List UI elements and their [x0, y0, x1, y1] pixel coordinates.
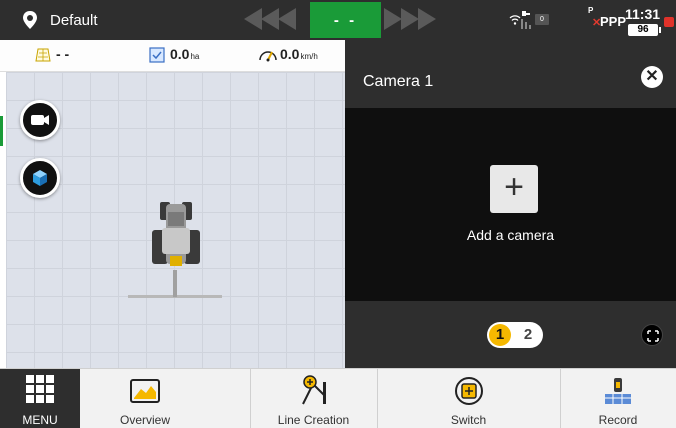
battery-level: 96 [628, 24, 661, 36]
info-bar: - - 0.0 ha 0.0 km/h [0, 40, 345, 72]
field-value: - - [56, 46, 70, 62]
nav-overview[interactable]: Overview [80, 369, 210, 428]
overview-icon [130, 379, 160, 403]
field-icon [34, 46, 52, 64]
video-camera-icon [31, 115, 49, 125]
left-edge-marker [0, 116, 3, 146]
nav-switch-label: Switch [450, 413, 487, 427]
map-view[interactable] [6, 72, 345, 368]
speed-info: 0.0 km/h [258, 46, 318, 64]
add-camera-button[interactable]: + [490, 165, 538, 213]
chevron-right-icon [401, 8, 419, 30]
speed-unit: km/h [300, 52, 318, 61]
switch-icon [454, 377, 483, 405]
correction-prefix: P [588, 6, 594, 15]
clock: 11:31 [625, 6, 661, 22]
speedometer-icon [258, 46, 277, 64]
satellite-status[interactable]: 0 [520, 10, 560, 30]
location-pin-icon [20, 10, 40, 30]
add-camera-label: Add a camera [466, 227, 555, 243]
tractor-icon [128, 202, 222, 298]
3d-view-button[interactable] [20, 158, 60, 198]
area-info: 0.0 ha [148, 46, 199, 64]
profile-name: Default [50, 11, 98, 29]
nav-line-creation-label: Line Creation [277, 413, 350, 427]
menu-button[interactable]: MENU [0, 369, 80, 428]
area-unit: ha [190, 52, 200, 61]
record-icon [605, 378, 631, 404]
camera-toggle-button[interactable] [20, 100, 60, 140]
nav-line-creation[interactable]: Line Creation [250, 369, 377, 428]
chevron-left-icon [278, 8, 296, 30]
nav-record-label: Record [598, 413, 638, 427]
field-info: - - [34, 46, 69, 64]
area-icon [148, 46, 166, 64]
camera-pager: 1 2 [487, 322, 543, 348]
steer-right-indicator [384, 8, 436, 30]
camera-footer: 1 2 [345, 301, 676, 368]
correction-label: PPP [600, 14, 627, 29]
nav-record[interactable]: Record [560, 369, 676, 428]
nav-overview-label: Overview [119, 413, 170, 427]
expand-icon [647, 330, 659, 342]
chevron-right-icon [384, 8, 402, 30]
camera-panel: Camera 1 ✕ + Add a camera 1 2 [345, 40, 676, 368]
camera-header: Camera 1 ✕ [345, 40, 676, 108]
top-bar: Default - - 0 P ✕ PPP 11:31 96 [0, 0, 676, 40]
speed-value: 0.0 [280, 46, 300, 62]
satellite-icon [521, 11, 531, 29]
chevron-right-icon [418, 8, 436, 30]
grid-icon [26, 375, 54, 403]
menu-label: MENU [22, 413, 58, 427]
camera-page-2[interactable]: 2 [517, 324, 539, 346]
cube-icon [33, 170, 47, 186]
nav-switch[interactable]: Switch [377, 369, 560, 428]
profile-selector[interactable]: Default [6, 4, 98, 36]
satellite-count: 0 [535, 14, 549, 25]
bottom-nav: MENU Overview Line Creation Switch Recor… [0, 368, 676, 428]
chevron-left-icon [244, 8, 262, 30]
alert-indicator-icon [664, 17, 674, 27]
fullscreen-button[interactable] [641, 324, 663, 346]
guidance-status[interactable]: - - [310, 2, 381, 38]
chevron-left-icon [261, 8, 279, 30]
line-creation-icon [301, 375, 326, 405]
close-icon[interactable]: ✕ [641, 66, 663, 88]
steer-left-indicator [244, 8, 296, 30]
area-value: 0.0 [170, 46, 190, 62]
camera-page-1[interactable]: 1 [489, 324, 511, 346]
camera-title: Camera 1 [363, 73, 434, 90]
app-screen: Default - - 0 P ✕ PPP 11:31 96 - - 0.0 h… [0, 0, 676, 428]
